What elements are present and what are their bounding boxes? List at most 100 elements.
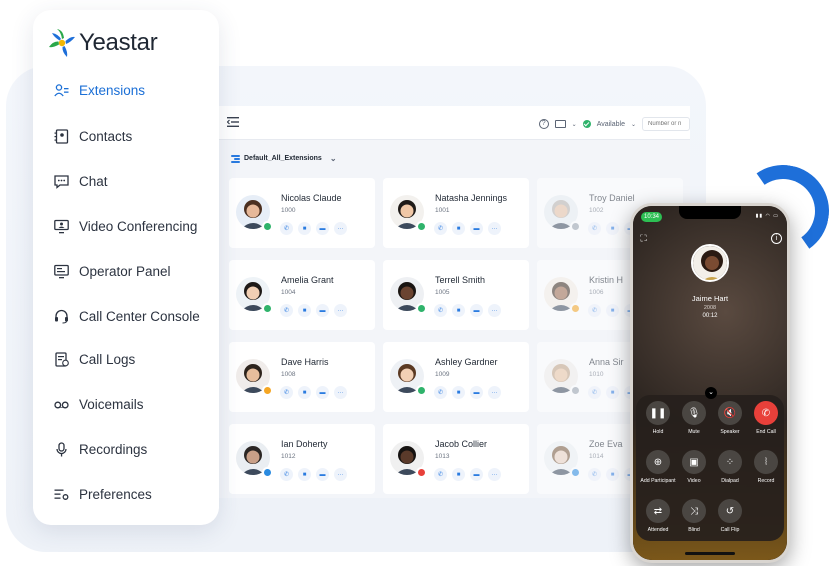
extension-name: Zoe Eva <box>589 439 623 449</box>
extension-card[interactable]: Amelia Grant 1004 ✆ ■ ▬ ··· <box>229 260 375 330</box>
speaker-button[interactable]: 🔇 Speaker <box>712 401 748 435</box>
video-call-icon[interactable]: ■ <box>606 386 619 399</box>
call-icon[interactable]: ✆ <box>280 222 293 235</box>
more-icon[interactable]: ··· <box>334 468 347 481</box>
video-call-icon[interactable]: ■ <box>606 304 619 317</box>
call-icon[interactable]: ✆ <box>588 304 601 317</box>
presence-status[interactable]: Available <box>597 121 625 128</box>
extension-name: Ian Doherty <box>281 439 328 449</box>
more-icon[interactable]: ··· <box>334 304 347 317</box>
sidebar-item-preferences[interactable]: Preferences <box>53 486 152 502</box>
chat-icon[interactable]: ▬ <box>470 386 483 399</box>
video-call-icon[interactable]: ■ <box>298 304 311 317</box>
sidebar-item-voicemails[interactable]: Voicemails <box>53 396 144 412</box>
call-icon[interactable]: ✆ <box>280 386 293 399</box>
extension-name: Jacob Collier <box>435 439 488 449</box>
chat-icon <box>53 173 69 189</box>
extension-group-selector[interactable]: Default_All_Extensions ⌄ <box>231 154 337 163</box>
video-call-icon[interactable]: ■ <box>452 304 465 317</box>
chevron-down-icon[interactable]: ⌄ <box>572 121 577 128</box>
sidebar-item-contacts[interactable]: Contacts <box>53 128 132 144</box>
call-icon[interactable]: ✆ <box>280 468 293 481</box>
add-participant-button[interactable]: ⊕ Add Participant <box>640 450 676 484</box>
collapse-menu-icon[interactable] <box>227 117 239 127</box>
mute-button[interactable]: 🎙 Mute <box>676 401 712 435</box>
control-label: Call Flip <box>720 527 740 533</box>
call-icon[interactable]: ✆ <box>588 386 601 399</box>
extension-name: Anna Sir <box>589 357 624 367</box>
status-badge <box>262 221 273 232</box>
call-icon[interactable]: ✆ <box>588 222 601 235</box>
card-actions: ✆ ■ ▬ ··· <box>434 304 501 317</box>
call-icon[interactable]: ✆ <box>434 222 447 235</box>
sidebar-item-call-logs[interactable]: Call Logs <box>53 351 135 367</box>
info-icon[interactable]: i <box>771 233 782 244</box>
extension-card[interactable]: Terrell Smith 1005 ✆ ■ ▬ ··· <box>383 260 529 330</box>
chevron-down-icon[interactable]: ⌄ <box>705 387 717 399</box>
preferences-icon <box>53 486 69 502</box>
more-icon[interactable]: ··· <box>334 222 347 235</box>
video-call-icon[interactable]: ■ <box>606 468 619 481</box>
sidebar-item-label: Call Logs <box>79 351 136 367</box>
more-icon[interactable]: ··· <box>488 222 501 235</box>
more-icon[interactable]: ··· <box>488 386 501 399</box>
extensions-icon <box>53 82 69 98</box>
video-call-icon[interactable]: ■ <box>452 386 465 399</box>
chevron-down-icon[interactable]: ⌄ <box>631 121 636 128</box>
chat-icon[interactable]: ▬ <box>316 386 329 399</box>
extension-name: Ashley Gardner <box>435 357 498 367</box>
minimize-icon[interactable]: ⛶ <box>638 233 649 244</box>
extension-card[interactable]: Jacob Collier 1013 ✆ ■ ▬ ··· <box>383 424 529 494</box>
call-icon[interactable]: ✆ <box>434 386 447 399</box>
card-actions: ✆ ■ ▬ ··· <box>434 222 501 235</box>
video-button[interactable]: ▣ Video <box>676 450 712 484</box>
sidebar-item-call-center-console[interactable]: Call Center Console <box>53 308 200 324</box>
call-icon[interactable]: ✆ <box>280 304 293 317</box>
video-call-icon[interactable]: ■ <box>298 386 311 399</box>
attended-button[interactable]: ⇄ Attended <box>640 499 676 533</box>
sidebar-item-extensions[interactable]: Extensions <box>53 82 145 98</box>
call-icon[interactable]: ✆ <box>588 468 601 481</box>
extension-number: 1002 <box>589 207 604 214</box>
call-icon[interactable]: ✆ <box>434 468 447 481</box>
hold-button[interactable]: ❚❚ Hold <box>640 401 676 435</box>
video-call-icon[interactable]: ■ <box>298 468 311 481</box>
monitor-icon[interactable] <box>554 120 566 128</box>
extension-card[interactable]: Natasha Jennings 1001 ✆ ■ ▬ ··· <box>383 178 529 248</box>
help-icon[interactable]: ? <box>538 119 549 129</box>
blind-button[interactable]: ⤨ Blind <box>676 499 712 533</box>
extension-card[interactable]: Nicolas Claude 1000 ✆ ■ ▬ ··· <box>229 178 375 248</box>
more-icon[interactable]: ··· <box>488 468 501 481</box>
video-call-icon[interactable]: ■ <box>606 222 619 235</box>
more-icon[interactable]: ··· <box>334 386 347 399</box>
chat-icon[interactable]: ▬ <box>470 304 483 317</box>
more-icon[interactable]: ··· <box>488 304 501 317</box>
chat-icon[interactable]: ▬ <box>316 222 329 235</box>
call-duration: 00:12 <box>702 313 718 319</box>
call-flip-button[interactable]: ↺ Call Flip <box>712 499 748 533</box>
yeastar-logo-icon <box>49 29 75 57</box>
call-icon[interactable]: ✆ <box>434 304 447 317</box>
video-call-icon[interactable]: ■ <box>452 222 465 235</box>
chat-icon[interactable]: ▬ <box>316 468 329 481</box>
video-call-icon[interactable]: ■ <box>452 468 465 481</box>
call-controls-panel: ❚❚ Hold 🎙 Mute 🔇 Speaker ✆ End Call ⊕ Add Partici… <box>636 395 784 541</box>
sidebar-item-video-conferencing[interactable]: Video Conferencing <box>53 218 197 234</box>
mobile-call-screen: 10:34 ▮▮ ◠ ▭ ⛶ i Jaime Hart 2008 00:12 ❚… <box>630 203 790 563</box>
extension-card[interactable]: Ashley Gardner 1009 ✆ ■ ▬ ··· <box>383 342 529 412</box>
dial-number-input[interactable] <box>642 117 690 131</box>
sidebar-item-recordings[interactable]: Recordings <box>53 441 147 457</box>
status-badge <box>416 303 427 314</box>
record-button[interactable]: ⦚ Record <box>748 450 784 484</box>
end-call-button[interactable]: ✆ End Call <box>748 401 784 435</box>
dialpad-button[interactable]: ⁘ Dialpad <box>712 450 748 484</box>
extension-card[interactable]: Ian Doherty 1012 ✆ ■ ▬ ··· <box>229 424 375 494</box>
chat-icon[interactable]: ▬ <box>316 304 329 317</box>
extension-card[interactable]: Dave Harris 1008 ✆ ■ ▬ ··· <box>229 342 375 412</box>
sidebar-item-operator-panel[interactable]: Operator Panel <box>53 263 171 279</box>
sidebar-item-chat[interactable]: Chat <box>53 173 108 189</box>
chat-icon[interactable]: ▬ <box>470 222 483 235</box>
chat-icon[interactable]: ▬ <box>470 468 483 481</box>
video-call-icon[interactable]: ■ <box>298 222 311 235</box>
control-label: End Call <box>756 429 776 435</box>
